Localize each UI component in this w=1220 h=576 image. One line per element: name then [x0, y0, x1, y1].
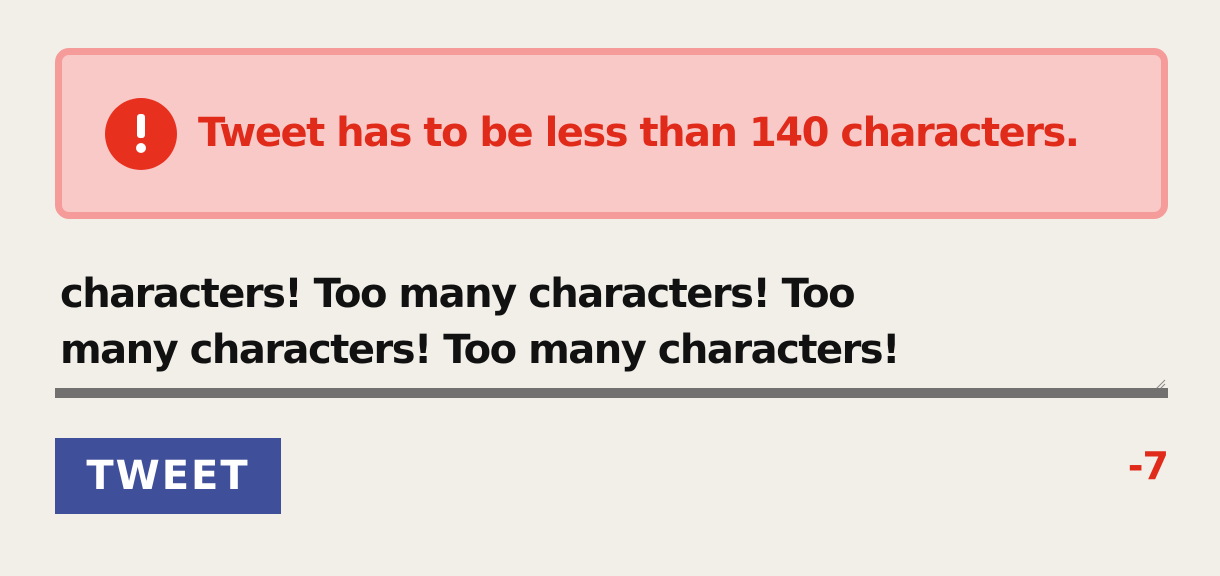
textarea-underline — [55, 388, 1168, 398]
tweet-textarea[interactable]: Too many characters! Too many characters… — [55, 248, 1168, 398]
exclamation-circle-icon — [105, 97, 177, 170]
character-counter: -7 — [1127, 444, 1169, 488]
tweet-textarea-value[interactable]: Too many characters! Too many characters… — [60, 266, 980, 378]
error-message: Tweet has to be less than 140 characters… — [198, 109, 1080, 156]
tweet-button[interactable]: TWEET — [55, 438, 281, 514]
tweet-composer-page: Tweet has to be less than 140 characters… — [0, 0, 1220, 576]
error-alert: Tweet has to be less than 140 characters… — [55, 48, 1168, 219]
resize-handle-icon[interactable] — [1155, 375, 1166, 390]
